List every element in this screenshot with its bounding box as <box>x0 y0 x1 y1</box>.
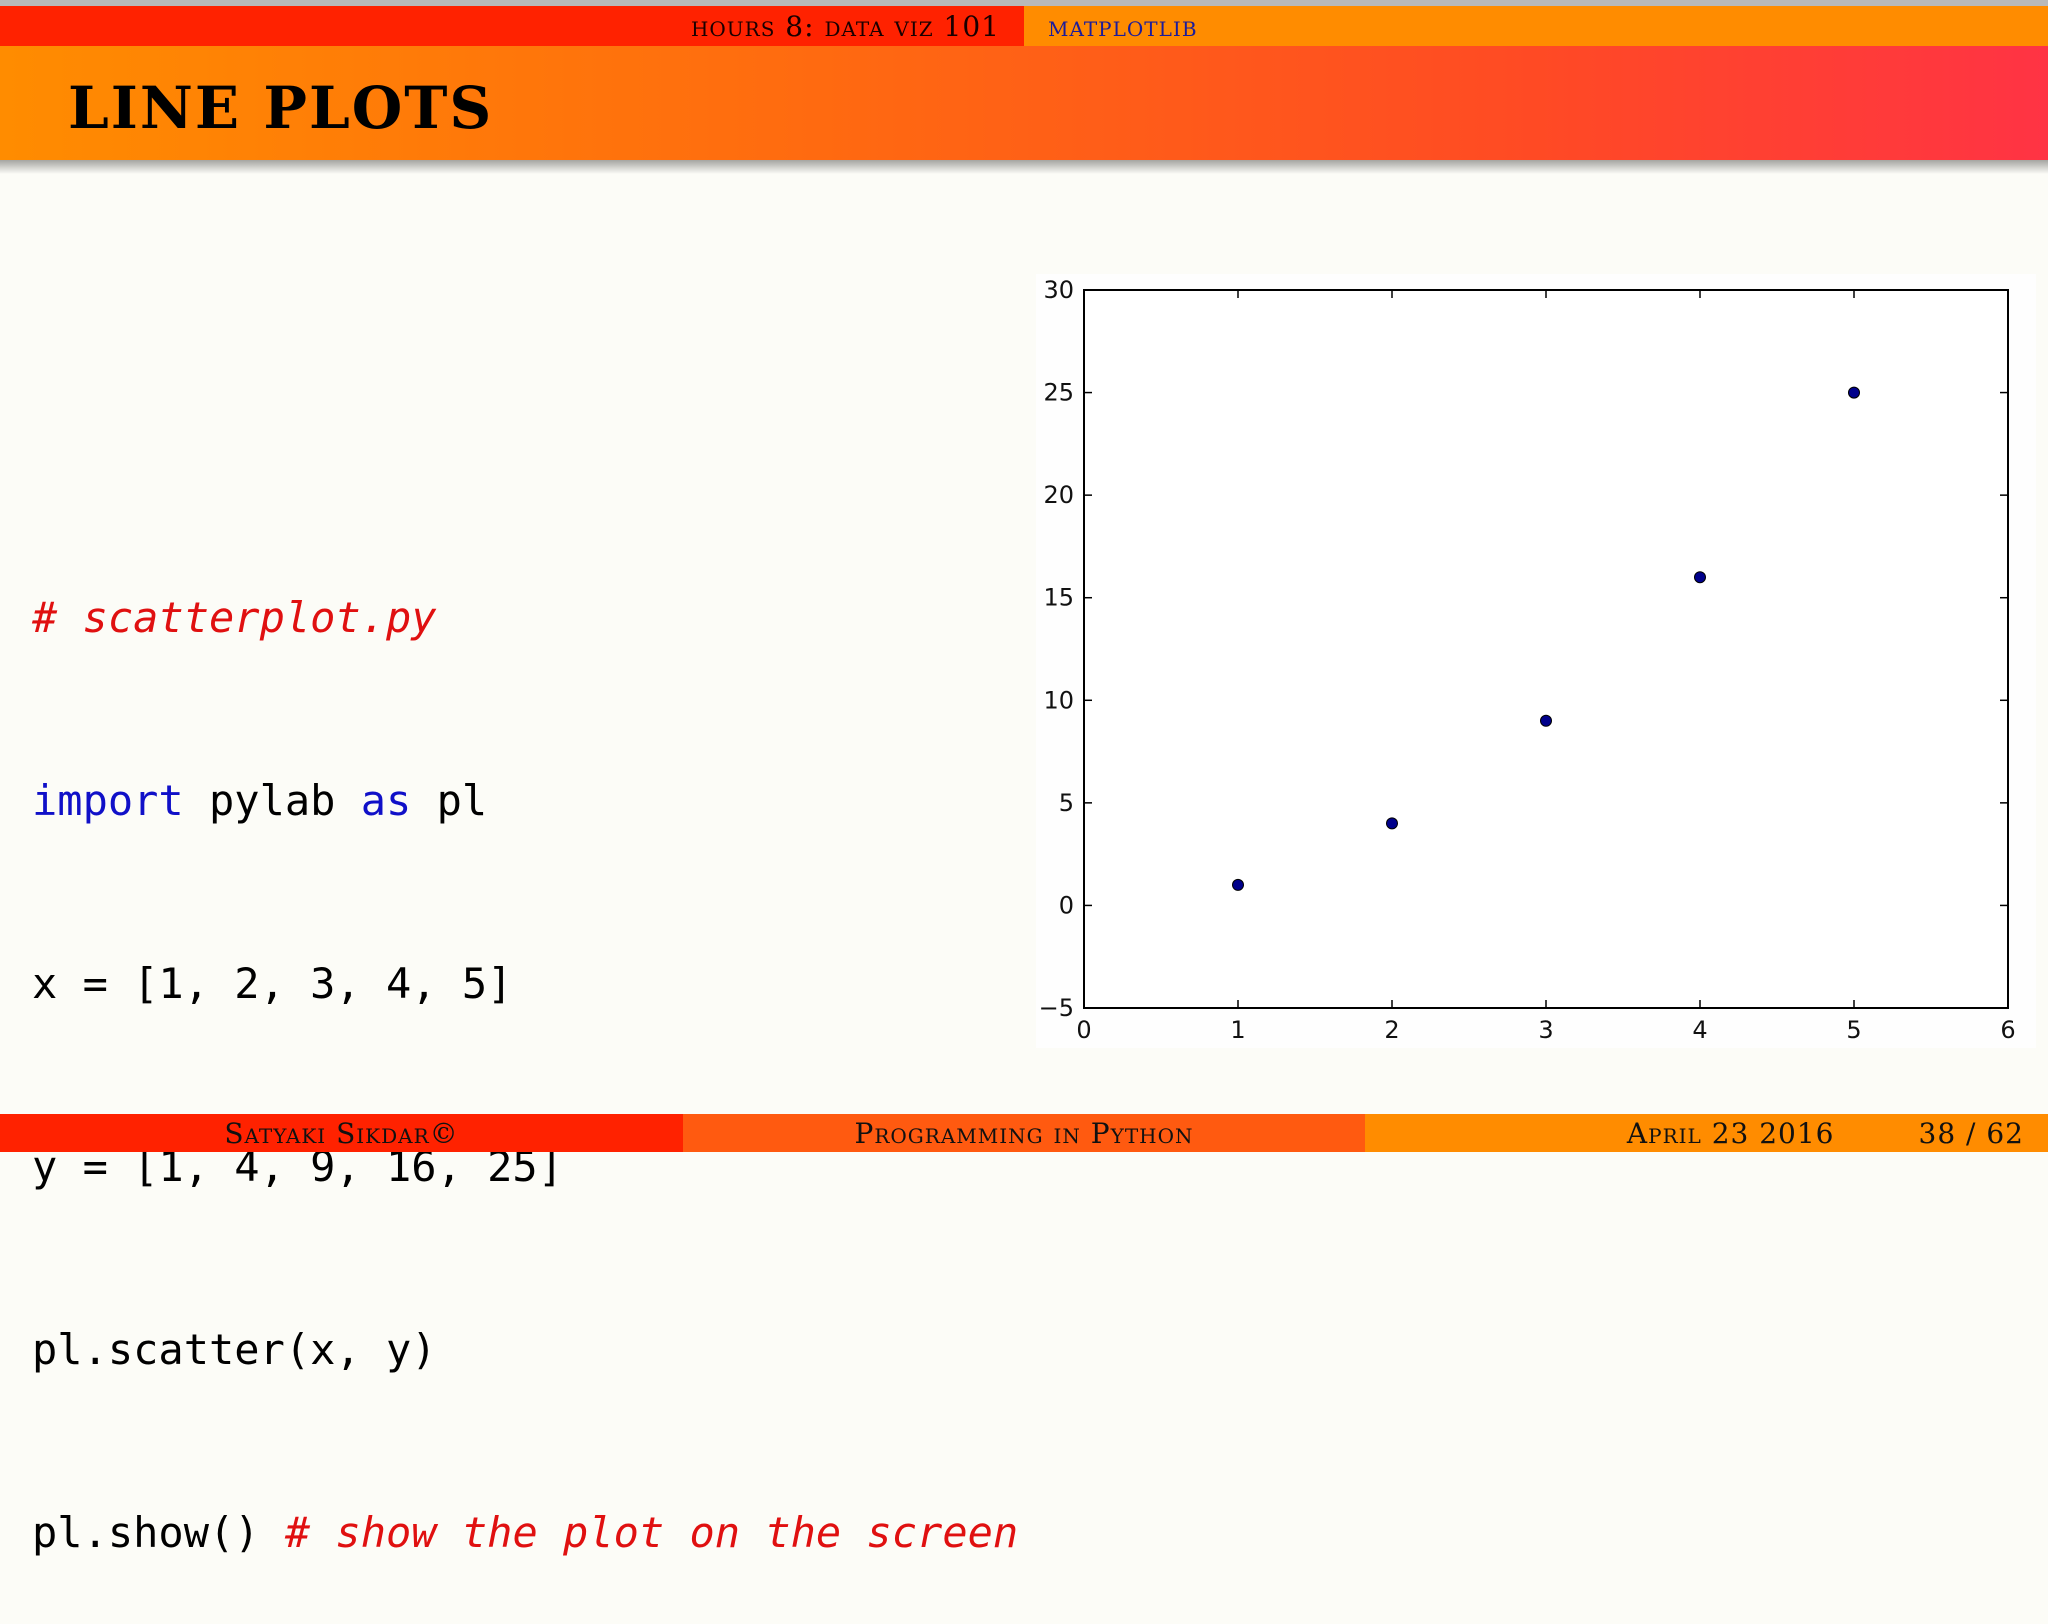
scatter-point <box>1232 878 1244 891</box>
code-line-1: # scatterplot.py <box>32 587 1018 648</box>
title-bar: LINE PLOTS <box>0 46 2048 160</box>
title-shadow <box>0 160 2048 174</box>
footer-date: April 23 2016 <box>1626 1116 1835 1150</box>
header-section[interactable]: hours 8: data viz 101 <box>691 10 1000 43</box>
y-tick-label: 10 <box>1043 686 1074 714</box>
y-tick-label: 15 <box>1043 584 1074 612</box>
code-line-5: pl.scatter(x, y) <box>32 1325 437 1374</box>
footer-author-cell: Satyaki Sikdar© <box>0 1114 683 1152</box>
y-tick-label: 30 <box>1043 276 1074 304</box>
scatter-chart: 0 1 2 3 4 5 6−5051015202530 <box>1036 274 2036 1048</box>
footer-author: Satyaki Sikdar© <box>224 1116 459 1150</box>
code-keyword-import: import <box>32 776 184 825</box>
x-tick-label: 5 <box>1846 1016 1861 1044</box>
x-tick-label: 4 <box>1692 1016 1707 1044</box>
y-tick-label: −5 <box>1039 994 1074 1022</box>
code-text: pl <box>411 776 488 825</box>
header-navigation: hours 8: data viz 101 matplotlib <box>0 6 2048 46</box>
scatter-point <box>1848 386 1860 399</box>
x-tick-label: 0 <box>1076 1016 1091 1044</box>
y-tick-label: 20 <box>1043 481 1074 509</box>
header-subsection[interactable]: matplotlib <box>1048 10 1198 43</box>
header-section-cell: hours 8: data viz 101 <box>0 6 1024 46</box>
footer-bar: Satyaki Sikdar© Programming in Python Ap… <box>0 1114 2048 1152</box>
code-comment: # show the plot on the screen <box>284 1508 1019 1557</box>
footer-date-cell: April 23 2016 38 / 62 <box>1365 1114 2048 1152</box>
code-line-6: pl.show() # show the plot on the screen <box>32 1502 1018 1563</box>
scatter-point <box>1386 817 1398 830</box>
scatter-point <box>1694 571 1706 584</box>
page-number: 38 / 62 <box>1918 1116 2024 1150</box>
x-tick-label: 1 <box>1230 1016 1245 1044</box>
x-tick-label: 3 <box>1538 1016 1553 1044</box>
footer-course: Programming in Python <box>854 1116 1194 1150</box>
y-tick-label: 0 <box>1059 891 1074 919</box>
y-tick-label: 5 <box>1059 789 1074 817</box>
code-text: pylab <box>183 776 361 825</box>
header-subsection-cell: matplotlib <box>1024 6 2048 46</box>
code-keyword-as: as <box>360 776 412 825</box>
code-block: # scatterplot.py import pylab as pl x = … <box>32 465 1018 1624</box>
x-tick-label: 6 <box>2000 1016 2015 1044</box>
scatter-point <box>1540 714 1552 727</box>
code-comment: # scatterplot.py <box>32 593 437 642</box>
code-line-3: x = [1, 2, 3, 4, 5] <box>32 959 513 1008</box>
slide-title: LINE PLOTS <box>68 74 494 142</box>
code-text: pl.show() <box>32 1508 285 1557</box>
footer-course-cell: Programming in Python <box>683 1114 1365 1152</box>
code-line-2: import pylab as pl <box>32 770 1018 831</box>
y-tick-label: 25 <box>1043 379 1074 407</box>
plot-frame <box>1083 289 2009 1009</box>
x-tick-label: 2 <box>1384 1016 1399 1044</box>
